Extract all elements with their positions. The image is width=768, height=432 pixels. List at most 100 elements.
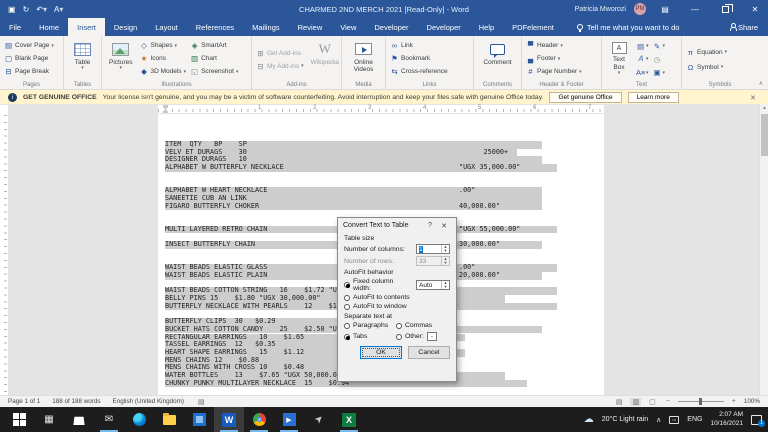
dialog-title-bar[interactable]: Convert Text to Table ? ✕: [338, 218, 456, 233]
doc-line[interactable]: ALPHABET W BUTTERFLY NECKLACE"UGX 35,000…: [165, 164, 284, 172]
taskbar-rocket-app-icon[interactable]: ➤: [304, 407, 334, 432]
print-layout-icon[interactable]: ▥: [630, 398, 641, 406]
cover-page-button[interactable]: ▤Cover Page▾: [4, 41, 54, 50]
tab-developer[interactable]: Developer: [365, 18, 417, 36]
tell-me-box[interactable]: Tell me what you want to do: [577, 18, 680, 36]
doc-line[interactable]: FIGARO BUTTERFLY CHOKER40,000.00": [165, 203, 259, 211]
autofit-contents-radio[interactable]: [344, 295, 350, 301]
collapse-ribbon-icon[interactable]: ∧: [759, 80, 763, 87]
tab-layout[interactable]: Layout: [146, 18, 187, 36]
comment-button[interactable]: Comment: [480, 39, 514, 78]
bookmark-button[interactable]: ⚑Bookmark: [390, 54, 448, 63]
blank-page-button[interactable]: ▢Blank Page: [4, 54, 54, 63]
smartart-button[interactable]: ◈SmartArt: [190, 41, 238, 50]
share-button[interactable]: Share: [730, 18, 758, 36]
header-button[interactable]: ▀Header▾: [526, 41, 582, 50]
save-icon[interactable]: ▣: [8, 5, 16, 14]
horizontal-ruler[interactable]: 1234567: [158, 105, 604, 113]
close-button[interactable]: ✕: [744, 0, 766, 18]
spin-down-icon[interactable]: ▼: [442, 249, 449, 253]
tab-design[interactable]: Design: [105, 18, 146, 36]
scrollbar-thumb[interactable]: [761, 114, 768, 156]
learn-more-button[interactable]: Learn more: [628, 92, 679, 103]
drop-cap-button[interactable]: A≡▾: [636, 67, 649, 78]
taskbar-movies-tv-icon[interactable]: ▶: [274, 407, 304, 432]
signed-in-user[interactable]: Patricia Mworozi: [575, 6, 626, 13]
tab-view[interactable]: View: [331, 18, 365, 36]
table-button[interactable]: Table▾: [71, 39, 94, 78]
pictures-button[interactable]: Pictures▾: [106, 39, 135, 78]
taskbar-excel-icon[interactable]: X: [334, 407, 364, 432]
doc-line[interactable]: MULTI LAYERED RETRO CHAIN"UGX 55,000.00": [165, 226, 267, 234]
web-layout-icon[interactable]: ▢: [647, 398, 658, 406]
touch-keyboard-icon[interactable]: ▭: [669, 416, 679, 424]
taskbar-mail-icon[interactable]: ✉: [94, 407, 124, 432]
vertical-ruler[interactable]: [0, 105, 8, 395]
doc-line[interactable]: CHUNKY PUNKY MULTILAYER NECKLACE 15 $0.9…: [165, 380, 349, 388]
get-genuine-office-button[interactable]: Get genuine Office: [549, 92, 621, 103]
taskbar-task-view-icon[interactable]: ▦: [34, 407, 64, 432]
banner-close-icon[interactable]: ✕: [746, 94, 760, 102]
chart-button[interactable]: ▥Chart: [190, 54, 238, 63]
3d-models-button[interactable]: ◆3D Models▾: [139, 67, 186, 76]
quick-parts-button[interactable]: ▤▾: [636, 41, 649, 52]
wordart-button[interactable]: 𝐴▾: [636, 54, 649, 66]
tab-file[interactable]: File: [0, 18, 30, 36]
online-videos-button[interactable]: Online Videos: [348, 39, 380, 78]
page-indicator[interactable]: Page 1 of 1: [8, 398, 40, 405]
cancel-button[interactable]: Cancel: [408, 346, 450, 359]
language-abbr[interactable]: ENG: [687, 416, 702, 423]
icons-button[interactable]: ★Icons: [139, 54, 186, 63]
taskbar-start-icon[interactable]: [4, 407, 34, 432]
tab-insert[interactable]: Insert: [68, 18, 105, 36]
wikipedia-button[interactable]: W Wikipedia: [308, 39, 342, 78]
ok-button[interactable]: OK: [360, 346, 402, 359]
language-indicator[interactable]: English (United Kingdom): [113, 398, 184, 405]
my-addins-button[interactable]: ⊟My Add-ins▾: [256, 62, 304, 71]
equation-button[interactable]: πEquation▾: [686, 48, 727, 57]
read-mode-icon[interactable]: ▤: [614, 398, 625, 406]
ribbon-display-options-icon[interactable]: ▤: [654, 0, 676, 18]
vertical-scrollbar[interactable]: ▲: [759, 104, 768, 395]
screenshot-button[interactable]: ◱Screenshot▾: [190, 67, 238, 76]
object-button[interactable]: ▣▾: [653, 67, 666, 78]
dialog-close-icon[interactable]: ✕: [437, 222, 451, 230]
tab-home[interactable]: Home: [30, 18, 68, 36]
tabs-radio[interactable]: [344, 334, 350, 340]
taskbar-word-icon[interactable]: W: [214, 407, 244, 432]
action-center-icon[interactable]: 1: [751, 415, 762, 425]
paragraphs-radio[interactable]: [344, 323, 350, 329]
undo-icon[interactable]: ↶▾: [36, 5, 47, 14]
signature-line-button[interactable]: ✎▾: [653, 41, 666, 52]
tab-review[interactable]: Review: [289, 18, 332, 36]
taskbar-file-explorer-icon[interactable]: [154, 407, 184, 432]
taskbar-edge-icon[interactable]: [124, 407, 154, 432]
proofing-icon[interactable]: ▤: [196, 398, 207, 406]
taskbar-store-icon[interactable]: [64, 407, 94, 432]
taskbar-chrome-icon[interactable]: [244, 407, 274, 432]
tab-mailings[interactable]: Mailings: [243, 18, 289, 36]
text-box-button[interactable]: A Text Box▾: [606, 39, 632, 78]
fixed-width-radio[interactable]: [344, 282, 350, 288]
weather-text[interactable]: 20°C Light rain: [602, 416, 648, 423]
word-count[interactable]: 188 of 188 words: [52, 398, 100, 405]
fixed-width-spinner[interactable]: Auto ▲▼: [416, 280, 450, 290]
date-time-button[interactable]: ◷: [653, 54, 666, 66]
tab-help[interactable]: Help: [470, 18, 503, 36]
get-addins-button[interactable]: ⊞Get Add-ins: [256, 49, 304, 58]
zoom-in-icon[interactable]: +: [730, 398, 738, 405]
page-break-button[interactable]: ⊟Page Break: [4, 67, 54, 76]
tab-references[interactable]: References: [187, 18, 243, 36]
tray-chevron-up-icon[interactable]: ∧: [656, 416, 661, 424]
taskbar-photos-icon[interactable]: [184, 407, 214, 432]
zoom-slider[interactable]: [678, 401, 724, 402]
restore-button[interactable]: [714, 0, 736, 18]
avatar[interactable]: PM: [634, 3, 646, 15]
redo-icon[interactable]: ↻: [23, 5, 30, 14]
columns-spinner[interactable]: 1 ▲▼: [416, 244, 450, 254]
cross-reference-button[interactable]: ⇆Cross-reference: [390, 67, 448, 76]
help-icon[interactable]: ?: [423, 222, 437, 229]
symbol-button[interactable]: ΩSymbol▾: [686, 63, 727, 72]
zoom-slider-thumb[interactable]: [699, 398, 702, 405]
page-number-button[interactable]: #Page Number▾: [526, 67, 582, 76]
